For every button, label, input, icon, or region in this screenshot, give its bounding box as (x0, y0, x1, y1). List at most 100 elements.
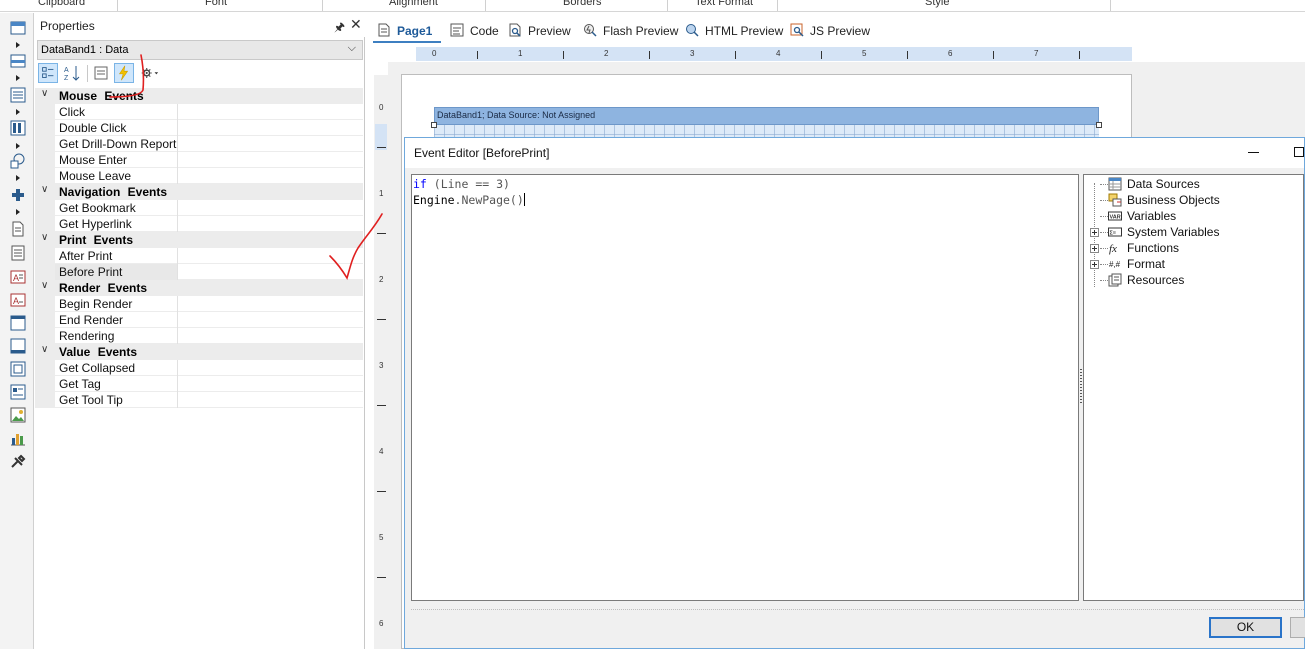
container-icon[interactable] (10, 338, 26, 354)
tree-item-data-sources[interactable]: Data Sources (1084, 176, 1305, 192)
tab-flash-preview[interactable]: Flash Preview (579, 19, 679, 43)
property-value[interactable] (178, 296, 363, 311)
rich-text-icon[interactable]: A (10, 292, 26, 308)
toolbox: A A (0, 13, 34, 649)
resize-handle[interactable] (1096, 122, 1102, 128)
expand-icon[interactable] (1090, 228, 1099, 237)
property-row-get-collapsed[interactable]: Get Collapsed (35, 360, 363, 376)
ribbon-separator (667, 0, 668, 11)
tree-item-functions[interactable]: fx Functions (1084, 240, 1305, 256)
tab-js-preview[interactable]: JS Preview (786, 19, 871, 43)
data-band-label: DataBand1; Data Source: Not Assigned (437, 110, 596, 120)
settings-gear-icon[interactable] (141, 63, 161, 83)
data-band-icon[interactable] (10, 87, 26, 103)
property-row-mouse-leave[interactable]: Mouse Leave (35, 168, 363, 184)
properties-title: Properties (40, 19, 95, 33)
page-icon[interactable] (10, 221, 26, 237)
expand-arrow-icon[interactable] (16, 75, 20, 81)
property-row-get-tag[interactable]: Get Tag (35, 376, 363, 392)
tree-item-system-variables[interactable]: Σ≡ System Variables (1084, 224, 1305, 240)
dialog-separator (411, 609, 1304, 610)
toolbar-separator (87, 65, 88, 82)
expand-arrow-icon[interactable] (16, 109, 20, 115)
category-value-events[interactable]: ∨ Value Events (35, 344, 363, 360)
maximize-icon[interactable] (1294, 147, 1304, 157)
property-row-after-print[interactable]: After Print (35, 248, 363, 264)
categorized-icon[interactable] (38, 63, 58, 83)
category-print-events[interactable]: ∨ Print Events (35, 232, 363, 248)
panel-icon[interactable] (10, 315, 26, 331)
properties-page-icon[interactable] (91, 63, 111, 83)
object-selector[interactable]: DataBand1 : Data ⌵ (37, 40, 363, 60)
property-row-before-print[interactable]: Before Print (35, 264, 363, 280)
property-row-double-click[interactable]: Double Click (35, 120, 363, 136)
ok-button[interactable]: OK (1209, 617, 1282, 638)
expand-icon[interactable] (1090, 244, 1099, 253)
text-box-icon[interactable] (10, 384, 26, 400)
property-value[interactable] (178, 152, 363, 167)
tab-page1[interactable]: Page1 (373, 19, 441, 43)
text-icon[interactable]: A (10, 269, 26, 285)
property-value[interactable] (178, 376, 363, 391)
property-value[interactable] (178, 392, 363, 407)
chart-icon[interactable] (10, 430, 26, 446)
property-row-get-hyperlink[interactable]: Get Hyperlink (35, 216, 363, 232)
property-value[interactable] (178, 312, 363, 327)
tab-code[interactable]: Code (446, 19, 502, 43)
property-value[interactable] (178, 216, 363, 231)
close-icon[interactable]: ✕ (350, 16, 362, 33)
events-lightning-icon[interactable] (114, 63, 134, 83)
tree-item-business-objects[interactable]: Business Objects (1084, 192, 1305, 208)
tab-preview[interactable]: Preview (504, 19, 574, 43)
category-render-events[interactable]: ∨ Render Events (35, 280, 363, 296)
property-row-get-tool-tip[interactable]: Get Tool Tip (35, 392, 363, 408)
property-value[interactable] (178, 120, 363, 135)
property-value[interactable] (178, 264, 363, 279)
cross-band-icon[interactable] (10, 53, 26, 69)
property-value[interactable] (178, 360, 363, 375)
report-icon[interactable] (10, 245, 26, 261)
cross-tab-icon[interactable] (10, 120, 26, 136)
property-value[interactable] (178, 328, 363, 343)
tab-html-preview[interactable]: HTML Preview (681, 19, 783, 43)
expand-arrow-icon[interactable] (16, 143, 20, 149)
subreport-icon[interactable] (10, 361, 26, 377)
category-mouse-events[interactable]: ∨ Mouse Events (35, 88, 363, 104)
band-icon[interactable] (10, 20, 26, 36)
expand-icon[interactable] (1090, 260, 1099, 269)
property-row-mouse-enter[interactable]: Mouse Enter (35, 152, 363, 168)
property-row-click[interactable]: Click (35, 104, 363, 120)
property-value[interactable] (178, 136, 363, 151)
tree-item-resources[interactable]: Resources (1084, 272, 1305, 288)
expand-arrow-icon[interactable] (16, 42, 20, 48)
property-row-rendering[interactable]: Rendering (35, 328, 363, 344)
svg-text:Z: Z (64, 75, 69, 82)
property-value[interactable] (178, 248, 363, 263)
data-band[interactable]: DataBand1; Data Source: Not Assigned (434, 107, 1099, 125)
tree-item-variables[interactable]: VAR Variables (1084, 208, 1305, 224)
pin-icon[interactable]: 🖈 (334, 18, 345, 39)
svg-text:#,#: #,# (1109, 260, 1121, 269)
property-row-begin-render[interactable]: Begin Render (35, 296, 363, 312)
property-row-get-drill-down-report[interactable]: Get Drill-Down Report (35, 136, 363, 152)
property-value[interactable] (178, 168, 363, 183)
code-editor[interactable]: if (Line == 3) Engine.NewPage() (411, 174, 1079, 601)
sort-alphabetical-icon[interactable]: AZ (62, 63, 82, 83)
expand-arrow-icon[interactable] (16, 175, 20, 181)
resize-handle[interactable] (431, 122, 437, 128)
category-navigation-events[interactable]: ∨ Navigation Events (35, 184, 363, 200)
image-icon[interactable] (10, 407, 26, 423)
data-band-body[interactable] (434, 125, 1099, 137)
property-row-get-bookmark[interactable]: Get Bookmark (35, 200, 363, 216)
shape-icon[interactable] (10, 153, 26, 169)
property-value[interactable] (178, 200, 363, 215)
property-value[interactable] (178, 104, 363, 119)
component-icon[interactable] (10, 187, 26, 203)
page-icon (378, 23, 390, 37)
cancel-button[interactable] (1290, 617, 1305, 638)
property-row-end-render[interactable]: End Render (35, 312, 363, 328)
tools-icon[interactable] (10, 454, 26, 470)
expand-arrow-icon[interactable] (16, 209, 20, 215)
tree-item-format[interactable]: #,# Format (1084, 256, 1305, 272)
minimize-icon[interactable] (1248, 152, 1259, 153)
